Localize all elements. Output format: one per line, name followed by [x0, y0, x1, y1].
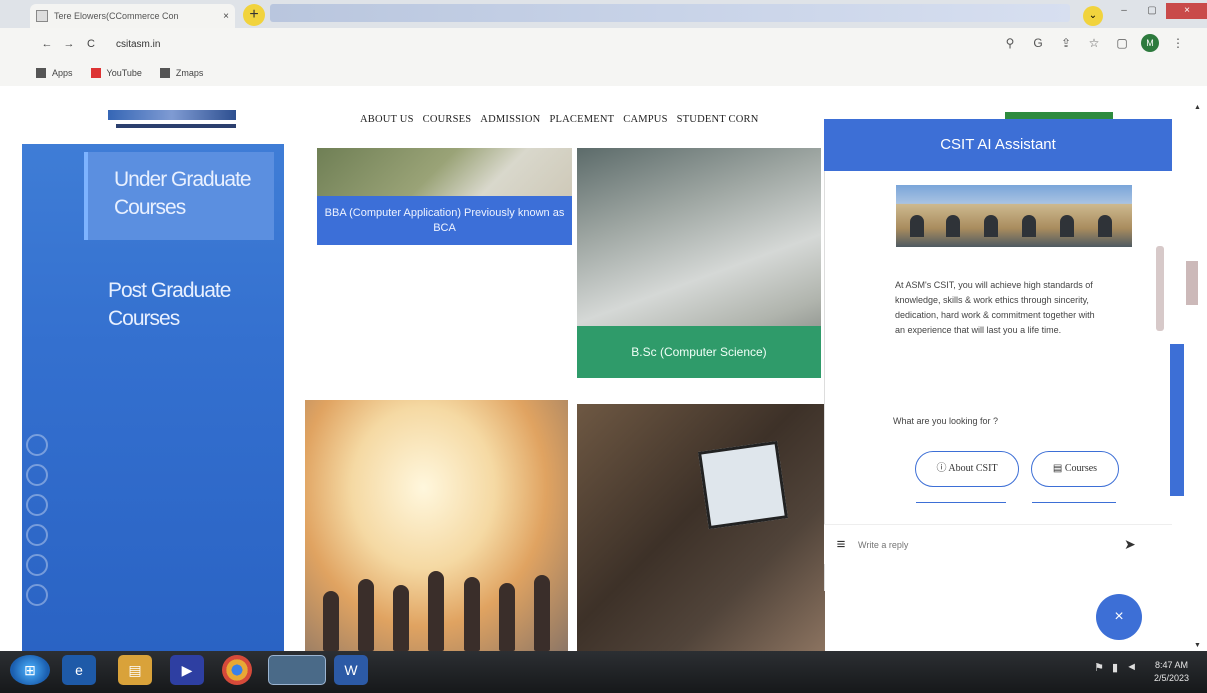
course-caption-bsc: B.Sc (Computer Science) [577, 326, 821, 378]
page-scrollbar-thumb[interactable] [1170, 344, 1184, 496]
taskbar-clock[interactable]: 8:47 AM 2/5/2023 [1154, 659, 1189, 685]
course-card-laptop-image[interactable] [577, 404, 825, 651]
social-icon[interactable] [26, 434, 48, 456]
forward-button[interactable]: → [58, 38, 80, 50]
favicon-icon [36, 10, 48, 22]
sidebar-item-under-graduate[interactable]: Under Graduate Courses [114, 166, 294, 222]
address-bar[interactable]: csitasm.in [116, 39, 160, 50]
page-scrollbar-track[interactable] [1186, 261, 1198, 305]
network-icon[interactable]: ▮ [1112, 661, 1118, 674]
bookmarks-bar: Apps YouTube Zmaps [0, 60, 1207, 86]
maps-icon [159, 68, 170, 78]
laptop-screen [697, 440, 789, 530]
browser-tabstrip: Tere Elowers(CCommerce Con × + ⌄ – ▢ × [0, 0, 1207, 28]
chip-partial[interactable] [916, 502, 1006, 503]
campus-image [896, 185, 1132, 247]
nav-student-corner[interactable]: STUDENT CORN [677, 114, 759, 125]
scroll-up-icon[interactable]: ▲ [1194, 104, 1201, 111]
share-icon[interactable]: ⇪ [1057, 36, 1075, 50]
nav-placement[interactable]: PLACEMENT [549, 114, 614, 125]
web-page: ABOUT US COURSES ADMISSION PLACEMENT CAM… [0, 86, 1207, 651]
chat-close-button[interactable]: × [1096, 594, 1142, 640]
back-button[interactable]: ← [36, 38, 58, 50]
tab-title: Tere Elowers(CCommerce Con [54, 11, 179, 21]
flag-icon[interactable]: ⚑ [1094, 661, 1104, 674]
chat-scrollbar[interactable] [1156, 246, 1164, 331]
course-caption-bba: BBA (Computer Application) Previously kn… [317, 196, 572, 245]
bookmark-youtube[interactable]: YouTube [90, 68, 142, 78]
media-player-icon[interactable]: ▶ [170, 655, 204, 685]
bookmark-apps[interactable]: Apps [36, 68, 73, 78]
people-silhouettes [305, 551, 568, 651]
nav-about-us[interactable]: ABOUT US [360, 114, 414, 125]
send-icon[interactable]: ➤ [1124, 536, 1136, 553]
chat-header: CSIT AI Assistant [824, 119, 1172, 171]
system-tray: ⚑ ▮ ◄ [1094, 661, 1137, 674]
browser-tab[interactable]: Tere Elowers(CCommerce Con × [30, 4, 235, 28]
taskbar: ⊞ e ▤ ▶ W ⚑ ▮ ◄ 8:47 AM 2/5/2023 [0, 651, 1207, 693]
minimize-button[interactable]: – [1110, 3, 1138, 19]
menu-icon[interactable]: ⋮ [1169, 36, 1187, 50]
chat-question: What are you looking for ? [893, 416, 999, 426]
star-icon[interactable]: ☆ [1085, 36, 1103, 50]
nav-courses[interactable]: COURSES [423, 114, 472, 125]
social-icon[interactable] [26, 464, 48, 486]
main-nav: ABOUT US COURSES ADMISSION PLACEMENT CAM… [360, 114, 758, 125]
reload-button[interactable]: C [80, 38, 102, 50]
social-icon[interactable] [26, 554, 48, 576]
tab-close-icon[interactable]: × [223, 11, 229, 22]
tabstrip-background [270, 4, 1070, 22]
chip-about-csit[interactable]: ⓘ About CSIT [915, 451, 1019, 487]
maximize-button[interactable]: ▢ [1138, 3, 1166, 19]
logo-mark [108, 110, 236, 120]
chip-partial[interactable] [1032, 502, 1116, 503]
chrome-icon[interactable] [222, 655, 252, 685]
social-icon[interactable] [26, 584, 48, 606]
ie-icon[interactable]: e [62, 655, 96, 685]
window-close-button[interactable]: × [1166, 3, 1207, 19]
chat-input-bar: ≡ ➤ [824, 524, 1172, 564]
chat-menu-icon[interactable]: ≡ [824, 536, 858, 553]
social-icon[interactable] [26, 494, 48, 516]
course-card-team-image[interactable] [305, 400, 568, 651]
word-icon[interactable]: W [334, 655, 368, 685]
social-icons [26, 434, 56, 614]
nav-campus[interactable]: CAMPUS [623, 114, 667, 125]
youtube-icon [90, 68, 101, 78]
tab-search-button[interactable]: ⌄ [1083, 6, 1103, 26]
screen: Tere Elowers(CCommerce Con × + ⌄ – ▢ × ←… [0, 0, 1207, 693]
social-icon[interactable] [26, 524, 48, 546]
volume-icon[interactable]: ◄ [1126, 661, 1137, 674]
chat-message: At ASM's CSIT, you will achieve high sta… [895, 280, 1095, 335]
browser-toolbar: ← → C csitasm.in ⚲ G ⇪ ☆ ▢ M ⋮ [0, 28, 1207, 60]
lock-icon[interactable]: ⚲ [1001, 36, 1019, 50]
bookmark-maps[interactable]: Zmaps [159, 68, 203, 78]
start-button[interactable]: ⊞ [10, 655, 50, 685]
scroll-down-icon[interactable]: ▼ [1194, 642, 1201, 649]
sidebar-item-post-graduate[interactable]: Post Graduate Courses [108, 277, 288, 333]
extension-icon[interactable]: ▢ [1113, 36, 1131, 50]
clock-time: 8:47 AM [1154, 660, 1188, 670]
clock-date: 2/5/2023 [1153, 673, 1189, 683]
course-sidebar: Under Graduate Courses Post Graduate Cou… [22, 144, 284, 651]
site-logo[interactable] [108, 110, 248, 136]
file-explorer-icon[interactable]: ▤ [118, 655, 152, 685]
apps-icon [36, 68, 46, 78]
chip-courses[interactable]: ▤ Courses [1031, 451, 1119, 487]
logo-underline [116, 124, 236, 128]
active-window-icon[interactable] [268, 655, 326, 685]
nav-admission[interactable]: ADMISSION [480, 114, 540, 125]
profile-avatar[interactable]: M [1141, 34, 1159, 52]
google-icon[interactable]: G [1029, 36, 1047, 50]
chat-reply-input[interactable] [858, 539, 1098, 550]
window-controls: – ▢ × [1110, 3, 1207, 21]
toolbar-actions: ⚲ G ⇪ ☆ ▢ M ⋮ [1001, 34, 1187, 52]
course-card-bsc[interactable]: B.Sc (Computer Science) [577, 148, 821, 378]
new-tab-button[interactable]: + [243, 4, 265, 26]
course-card-bba[interactable]: BBA (Computer Application) Previously kn… [317, 148, 572, 245]
